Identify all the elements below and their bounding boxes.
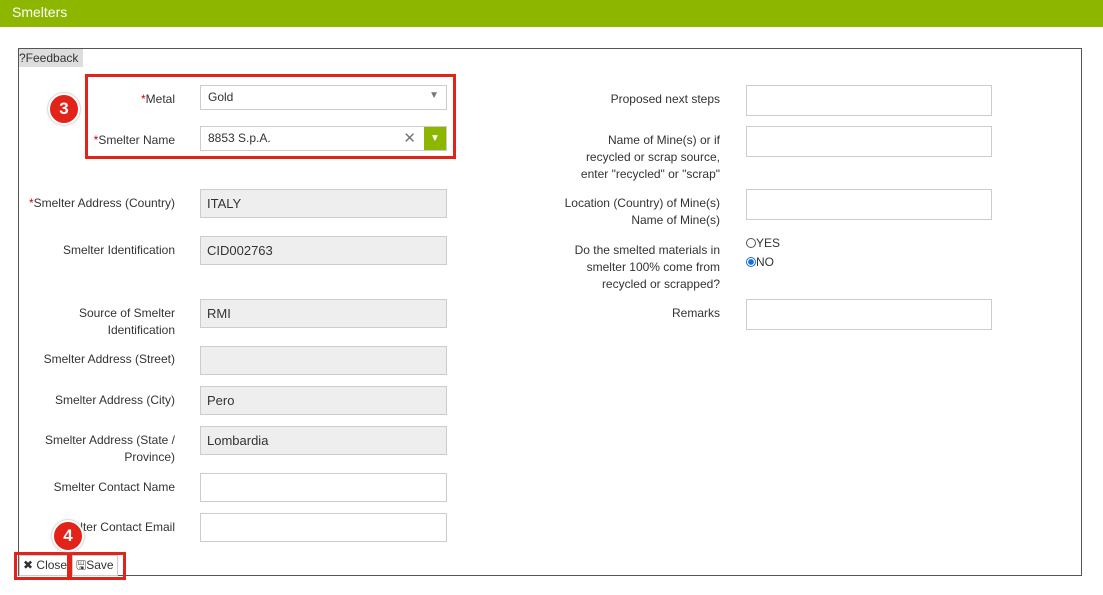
source-id-label: Source of Smelter Identification	[78, 306, 175, 337]
contact-email-field[interactable]	[200, 513, 447, 542]
feedback-label: ?Feedback	[19, 51, 79, 65]
country-label: *Smelter Address (Country)	[28, 196, 175, 210]
page-title: Smelters	[12, 4, 68, 20]
source-id-field[interactable]: RMI	[200, 299, 447, 328]
next-steps-field[interactable]	[746, 85, 992, 116]
street-field[interactable]	[200, 346, 447, 375]
remarks-label: Remarks	[671, 306, 720, 320]
next-steps-label: Proposed next steps	[610, 92, 720, 106]
identification-field[interactable]: CID002763	[200, 236, 447, 265]
country-field[interactable]: ITALY	[200, 189, 447, 218]
app-header: Smelters	[0, 0, 1103, 27]
contact-email-label: lter Contact Email	[80, 520, 175, 534]
radio-no-circle[interactable]	[746, 257, 756, 267]
highlight-box-close	[14, 552, 70, 580]
radio-no[interactable]: NO	[746, 255, 774, 269]
highlight-box-step3	[85, 74, 456, 159]
city-label: Smelter Address (City)	[54, 393, 175, 407]
recycled-label: Do the smelted materials in smelter 100% …	[574, 243, 720, 291]
highlight-box-save	[69, 552, 126, 580]
mine-name-field[interactable]	[746, 126, 992, 157]
contact-name-label: Smelter Contact Name	[53, 480, 175, 494]
state-label: Smelter Address (State / Province)	[44, 433, 175, 464]
step-badge-4: 4	[52, 520, 84, 552]
mine-location-field[interactable]	[746, 189, 992, 220]
radio-yes-circle[interactable]	[746, 238, 756, 248]
remarks-field[interactable]	[746, 299, 992, 330]
step-badge-3: 3	[48, 93, 80, 125]
city-field[interactable]: Pero	[200, 386, 447, 415]
identification-label: Smelter Identification	[62, 243, 175, 257]
state-field[interactable]: Lombardia	[200, 426, 447, 455]
mine-name-label: Name of Mine(s) or if recycled or scrap s…	[580, 133, 720, 181]
radio-yes[interactable]: YES	[746, 236, 780, 250]
mine-location-label: Location (Country) of Mine(s) Name of Min…	[564, 196, 720, 227]
street-label: Smelter Address (Street)	[43, 352, 175, 366]
contact-name-field[interactable]	[200, 473, 447, 502]
feedback-button[interactable]: ?Feedback	[19, 49, 83, 67]
